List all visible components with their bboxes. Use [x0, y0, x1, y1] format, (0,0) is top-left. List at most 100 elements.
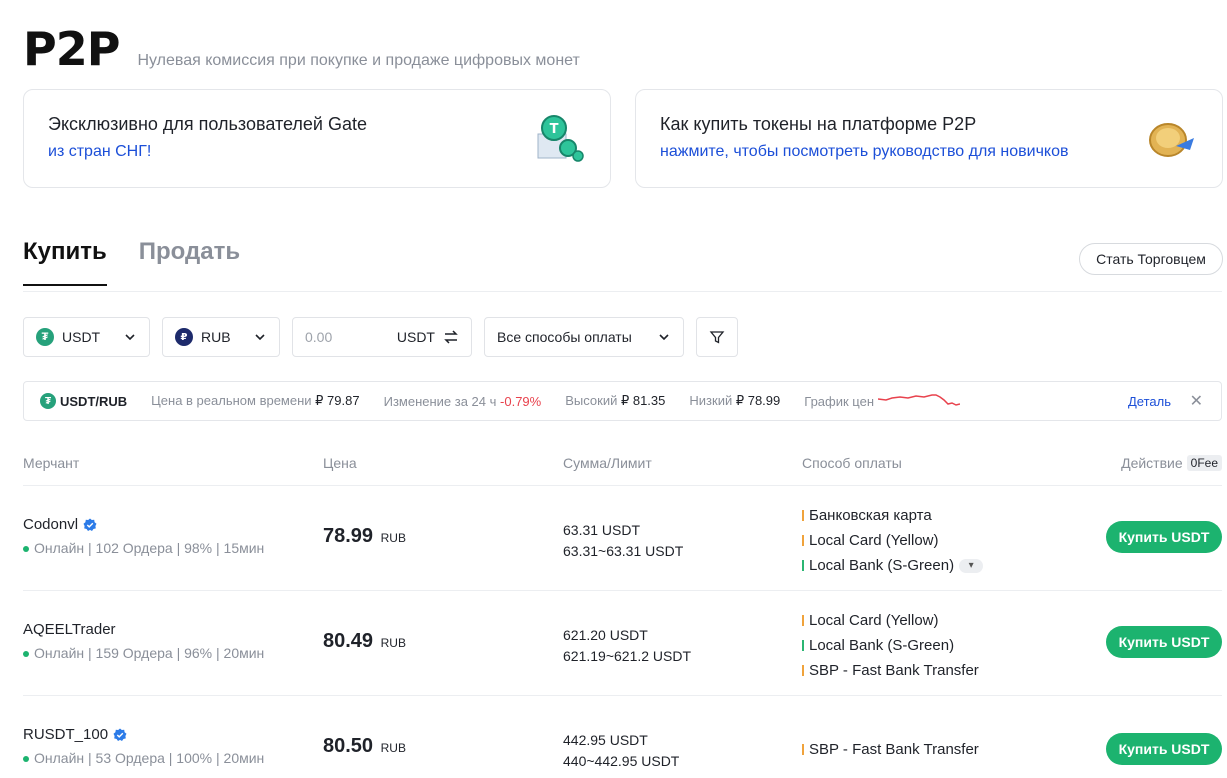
- payment-method: Local Bank (S-Green) ▾: [802, 553, 984, 578]
- coin-select[interactable]: ₮ USDT: [23, 317, 150, 357]
- payment-method: SBP - Fast Bank Transfer: [802, 658, 979, 683]
- header-action-label: Действие: [1121, 455, 1183, 471]
- ticker-change-label: Изменение за 24 ч: [383, 393, 497, 409]
- merchant-stats: Онлайн | 159 Ордера | 96% | 20мин: [23, 645, 264, 661]
- banner-title: Как купить токены на платформе P2P: [660, 114, 977, 134]
- tether-coins-illustration: T: [537, 115, 584, 162]
- tether-icon: ₮: [40, 393, 56, 409]
- payment-color-bar: [802, 510, 804, 521]
- payment-method-label: SBP - Fast Bank Transfer: [809, 662, 979, 679]
- swap-icon[interactable]: [443, 329, 459, 345]
- payment-method: Local Bank (S-Green): [802, 633, 979, 658]
- ticker-low-label: Низкий: [689, 393, 733, 408]
- close-icon[interactable]: ✕: [1190, 391, 1203, 411]
- ticker-realtime-value: ₽ 79.87: [315, 393, 360, 408]
- amount-currency: USDT: [396, 329, 435, 345]
- ticker-change-value: -0.79%: [500, 393, 542, 409]
- payment-color-bar: [802, 665, 804, 676]
- merchant-stats-text: Онлайн | 53 Ордера | 100% | 20мин: [34, 750, 265, 766]
- page-subtitle: Нулевая комиссия при покупке и продаже ц…: [137, 52, 580, 69]
- zero-fee-badge: 0Fee: [1186, 455, 1222, 471]
- amount-input[interactable]: 0.00 USDT: [292, 317, 472, 357]
- tab-sell[interactable]: Продать: [139, 238, 240, 286]
- payment-method-label: Local Card (Yellow): [809, 532, 939, 549]
- payment-color-bar: [802, 535, 804, 546]
- banner-cis-users[interactable]: Эксклюзивно для пользователей Gate из ст…: [23, 89, 611, 188]
- ticker-high-label: Высокий: [565, 393, 618, 408]
- filter-button[interactable]: [696, 317, 738, 357]
- ticker-detail-link[interactable]: Деталь: [1128, 394, 1171, 409]
- merchant-name[interactable]: Codonvl: [23, 516, 97, 533]
- available-amount: 63.31 USDT: [563, 522, 641, 538]
- table-row: Codonvl Онлайн | 102 Ордера | 98% | 15ми…: [23, 485, 1222, 590]
- online-status-dot: [23, 756, 29, 763]
- price-currency: RUB: [380, 636, 406, 650]
- verified-badge-icon: [113, 728, 127, 741]
- payment-color-bar: [802, 615, 804, 626]
- chevron-down-icon: [255, 334, 265, 341]
- ticker-chart-label: График цен: [804, 393, 875, 409]
- ticker-change: Изменение за 24 ч -0.79%: [384, 394, 542, 409]
- payment-method: Local Card (Yellow): [802, 608, 979, 633]
- merchant-name[interactable]: AQEELTrader: [23, 621, 116, 638]
- payment-methods: SBP - Fast Bank Transfer: [802, 737, 979, 762]
- page-title: P2P: [23, 22, 120, 76]
- expand-payments-chevron-icon[interactable]: ▾: [959, 558, 984, 573]
- price-sparkline: [878, 394, 961, 406]
- table-header: Мерчант Цена Сумма/Лимит Способ оплаты Д…: [23, 455, 1222, 473]
- ticker-low-value: ₽ 78.99: [735, 393, 781, 408]
- offer-amount: 442.95 USDT 440~442.95 USDT: [563, 730, 679, 772]
- banner-p2p-guide[interactable]: Как купить токены на платформе P2P нажми…: [635, 89, 1223, 188]
- banner-link[interactable]: из стран СНГ!: [48, 143, 586, 161]
- header-merchant: Мерчант: [23, 455, 80, 471]
- payment-method-value: Все способы оплаты: [497, 329, 632, 345]
- table-row: RUSDT_100 Онлайн | 53 Ордера | 100% | 20…: [23, 695, 1222, 778]
- payment-method-label: SBP - Fast Bank Transfer: [809, 741, 979, 758]
- price-ticker: ₮ USDT/RUB Цена в реальном времени ₽ 79.…: [23, 381, 1222, 421]
- price-value: 78.99: [323, 525, 374, 547]
- amount-placeholder: 0.00: [305, 329, 333, 345]
- price-value: 80.49: [323, 630, 374, 652]
- payment-method-select[interactable]: Все способы оплаты: [484, 317, 684, 357]
- ticker-realtime-label: Цена в реальном времени: [151, 393, 312, 408]
- fiat-select[interactable]: ₽ RUB: [162, 317, 280, 357]
- merchant-name[interactable]: RUSDT_100: [23, 726, 127, 743]
- ruble-icon: ₽: [175, 328, 193, 346]
- payment-method: Local Card (Yellow): [802, 528, 983, 553]
- payment-methods: Банковская карта Local Card (Yellow) Loc…: [802, 503, 984, 578]
- buy-usdt-button[interactable]: Купить USDT: [1106, 521, 1222, 553]
- ticker-low: Низкий ₽ 78.99: [689, 393, 780, 409]
- payment-method-label: Банковская карта: [809, 507, 932, 524]
- verified-badge-icon: [83, 518, 97, 531]
- price-value: 80.50: [323, 735, 374, 757]
- merchant-stats-text: Онлайн | 159 Ордера | 96% | 20мин: [34, 645, 265, 661]
- chevron-down-icon: [659, 334, 669, 341]
- order-limit: 440~442.95 USDT: [563, 753, 680, 769]
- table-row: AQEELTrader Онлайн | 159 Ордера | 96% | …: [23, 590, 1222, 695]
- become-merchant-button[interactable]: Стать Торговцем: [1079, 243, 1223, 275]
- online-status-dot: [23, 546, 29, 553]
- tab-buy[interactable]: Купить: [23, 238, 107, 286]
- merchant-stats-text: Онлайн | 102 Ордера | 98% | 15мин: [34, 540, 265, 556]
- funnel-icon: [709, 331, 725, 344]
- merchant-stats: Онлайн | 102 Ордера | 98% | 15мин: [23, 540, 264, 556]
- header-price: Цена: [323, 455, 357, 471]
- fiat-select-value: RUB: [201, 329, 231, 345]
- ticker-high-value: ₽ 81.35: [620, 393, 666, 408]
- offer-price: 80.49 RUB: [323, 630, 406, 653]
- ticker-pair-label: USDT/RUB: [60, 393, 128, 409]
- coin-arrow-illustration: [1149, 123, 1194, 157]
- buy-usdt-button[interactable]: Купить USDT: [1106, 626, 1222, 658]
- banner-link[interactable]: нажмите, чтобы посмотреть руководство дл…: [660, 143, 1198, 161]
- ticker-pair: ₮ USDT/RUB: [40, 393, 127, 409]
- order-limit: 621.19~621.2 USDT: [563, 648, 692, 664]
- price-currency: RUB: [380, 531, 406, 545]
- buy-usdt-button[interactable]: Купить USDT: [1106, 733, 1222, 765]
- payment-color-bar: [802, 560, 804, 571]
- header-amount: Сумма/Лимит: [563, 455, 652, 471]
- banner-title: Эксклюзивно для пользователей Gate: [48, 114, 367, 134]
- online-status-dot: [23, 651, 29, 658]
- payment-color-bar: [802, 744, 804, 755]
- svg-text:T: T: [550, 122, 559, 137]
- payment-method-label: Local Bank (S-Green): [809, 637, 955, 654]
